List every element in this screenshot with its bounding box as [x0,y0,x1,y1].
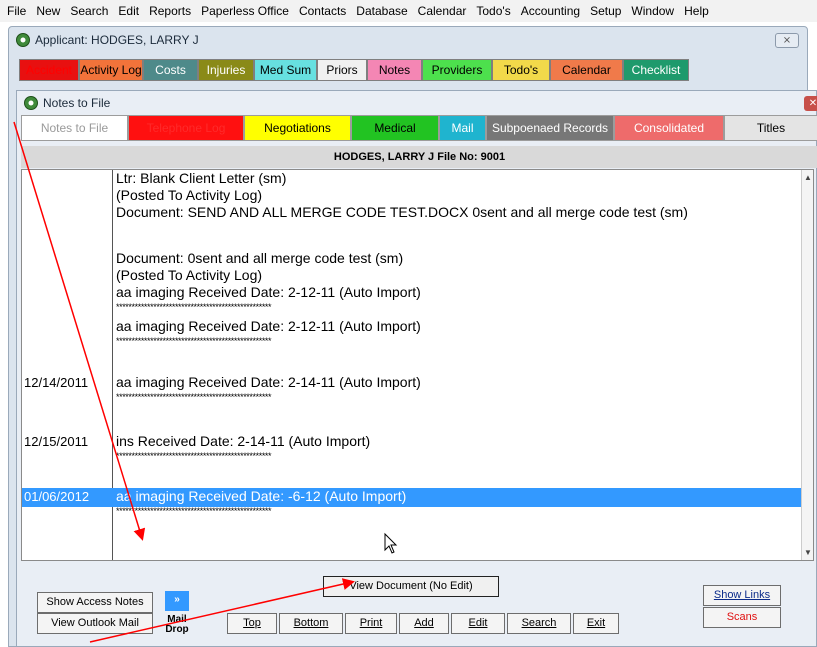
separator-stars: ****************************************… [116,392,272,402]
show-links-button[interactable]: Show Links [703,585,781,606]
menu-item-edit[interactable]: Edit [113,4,144,18]
view-document-button[interactable]: View Document (No Edit) [323,576,499,597]
notes-window-title: Notes to File [23,95,110,111]
notes-tab-subpoenaed-records[interactable]: Subpoenaed Records [486,115,614,141]
menu-item-todo-s[interactable]: Todo's [471,4,515,18]
bottom-button[interactable]: Bottom [279,613,343,634]
separator-stars: ****************************************… [116,336,272,346]
menu-item-database[interactable]: Database [351,4,412,18]
applicant-title-text: Applicant: HODGES, LARRY J [35,33,199,47]
applicant-window-title: Applicant: HODGES, LARRY J [15,32,199,48]
menu-item-window[interactable]: Window [626,4,679,18]
tab-injuries[interactable]: Injuries [198,59,254,81]
note-text: aa imaging Received Date: -6-12 (Auto Im… [116,488,407,504]
notes-gear-icon [24,96,38,110]
note-text: aa imaging Received Date: 2-14-11 (Auto … [116,374,421,390]
add-button[interactable]: Add [399,613,449,634]
menu-bar: File New Search Edit Reports Paperless Office… [0,0,817,22]
note-date: 01/06/2012 [24,489,90,504]
note-entry[interactable]: Ltr: Blank Client Letter (sm) (Posted To … [22,170,812,235]
note-text: aa imaging Received Date: 2-12-11 (Auto … [116,284,421,300]
tab-providers[interactable]: Providers [422,59,492,81]
top-button[interactable]: Top [227,613,277,634]
menu-item-file[interactable]: File [2,4,31,18]
note-text: Document: SEND AND ALL MERGE CODE TEST.D… [116,204,688,220]
applicant-close-button[interactable]: ⨯ [775,33,799,48]
search-button[interactable]: Search [507,613,571,634]
note-separator: ****************************************… [22,336,812,346]
scroll-down-icon[interactable]: ▼ [804,548,812,557]
menu-item-calendar[interactable]: Calendar [413,4,472,18]
note-separator: ****************************************… [22,506,812,516]
notes-list[interactable]: Ltr: Blank Client Letter (sm) (Posted To … [21,169,814,561]
menu-item-setup[interactable]: Setup [585,4,626,18]
tab-todo-s[interactable]: Todo's [492,59,550,81]
menu-item-help[interactable]: Help [679,4,714,18]
note-date: 12/15/2011 [24,434,89,449]
notes-close-button[interactable]: ✕ [804,96,817,111]
note-entry-selected[interactable]: 01/06/2012 aa imaging Received Date: -6-1… [22,488,812,507]
separator-stars: ****************************************… [116,451,272,461]
exit-button[interactable]: Exit [573,613,619,634]
scroll-up-icon[interactable]: ▲ [804,173,812,182]
applicant-tabs: Accident Activity Log Costs Injuries Med Sum… [19,59,689,81]
menu-item-search[interactable]: Search [65,4,113,18]
tab-calendar[interactable]: Calendar [550,59,623,81]
tab-activity-log[interactable]: Activity Log [79,59,143,81]
note-separator: ****************************************… [22,392,812,402]
notes-tab-medical[interactable]: Medical [351,115,439,141]
notes-tab-consolidated[interactable]: Consolidated [614,115,724,141]
notes-title-text: Notes to File [43,96,111,110]
notes-tab-titles[interactable]: Titles [724,115,817,141]
notes-window: Notes to File ✕ Notes to File Telephone L… [16,90,817,647]
print-button[interactable]: Print [345,613,397,634]
note-separator: ****************************************… [22,451,812,461]
mail-drop-label: Mail Drop [165,614,189,635]
note-separator: ****************************************… [22,302,812,312]
menu-item-accounting[interactable]: Accounting [516,4,585,18]
menu-item-contacts[interactable]: Contacts [294,4,351,18]
note-text: ins Received Date: 2-14-11 (Auto Import) [116,433,371,449]
note-date: 12/14/2011 [24,375,89,390]
notes-tab-notes-to-file[interactable]: Notes to File [21,115,128,141]
file-header: HODGES, LARRY J File No: 9001 [21,146,817,168]
tab-med-sum[interactable]: Med Sum [254,59,317,81]
menu-item-paperless-office[interactable]: Paperless Office [196,4,294,18]
tab-accident[interactable]: Accident [19,59,79,81]
view-outlook-mail-button[interactable]: View Outlook Mail [37,613,153,634]
separator-stars: ****************************************… [116,302,272,312]
notes-scrollbar[interactable]: ▲ ▼ [801,170,813,560]
tab-costs[interactable]: Costs [143,59,198,81]
separator-stars: ****************************************… [116,506,272,516]
mail-drop-button[interactable]: » [165,591,189,611]
note-text: (Posted To Activity Log) [116,187,263,203]
notes-tabs: Notes to File Telephone Log Negotiations Me… [21,115,817,141]
note-text: aa imaging Received Date: 2-12-11 (Auto … [116,318,421,334]
tab-checklist[interactable]: Checklist [623,59,689,81]
note-text: (Posted To Activity Log) [116,267,263,283]
show-access-notes-button[interactable]: Show Access Notes [37,592,153,613]
app-gear-icon [16,33,30,47]
notes-tab-negotiations[interactable]: Negotiations [244,115,351,141]
scans-button[interactable]: Scans [703,607,781,628]
notes-tab-telephone-log[interactable]: Telephone Log [128,115,244,141]
tab-priors[interactable]: Priors [317,59,367,81]
menu-item-new[interactable]: New [31,4,65,18]
note-text: Document: 0sent and all merge code test … [116,250,404,266]
notes-tab-mail[interactable]: Mail [439,115,486,141]
tab-notes[interactable]: Notes [367,59,422,81]
note-text: Ltr: Blank Client Letter (sm) [116,170,287,186]
edit-button[interactable]: Edit [451,613,505,634]
menu-item-reports[interactable]: Reports [144,4,196,18]
